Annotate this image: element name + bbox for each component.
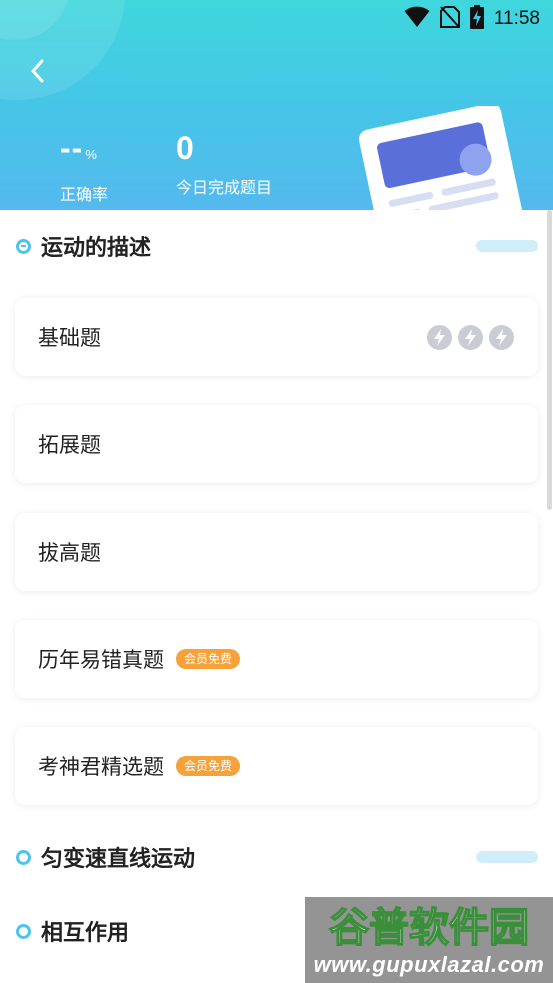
lightning-icon bbox=[427, 325, 452, 350]
paper-illustration bbox=[358, 106, 525, 210]
section-title: 匀变速直线运动 bbox=[41, 847, 196, 872]
watermark-url: www.gupuxlazal.com bbox=[313, 952, 545, 977]
member-free-badge: 会员免费 bbox=[176, 756, 241, 776]
card-title: 拔高题 bbox=[38, 541, 101, 565]
back-button[interactable] bbox=[22, 58, 52, 88]
section-title: 相互作用 bbox=[41, 921, 130, 946]
lightning-icon bbox=[489, 325, 514, 350]
exercise-card-past-errors[interactable]: 历年易错真题 会员免费 bbox=[15, 620, 538, 698]
no-sim-icon bbox=[439, 6, 460, 32]
status-bar: 11:58 bbox=[0, 0, 553, 38]
wifi-icon bbox=[404, 6, 430, 32]
accuracy-unit: % bbox=[85, 147, 98, 162]
expand-icon bbox=[16, 923, 31, 939]
section-header[interactable]: 运动的描述 bbox=[0, 226, 553, 266]
section-title: 运动的描述 bbox=[41, 236, 152, 261]
collapse-icon bbox=[16, 238, 31, 254]
exercise-card-extension[interactable]: 拓展题 bbox=[15, 405, 538, 483]
section-progress-pill bbox=[476, 851, 538, 863]
exercise-card-advanced[interactable]: 拔高题 bbox=[15, 513, 538, 591]
accuracy-stat: --% 正确率 bbox=[60, 130, 108, 205]
exercise-card-selected[interactable]: 考神君精选题 会员免费 bbox=[15, 727, 538, 805]
section-progress-pill bbox=[476, 240, 538, 252]
card-title: 拓展题 bbox=[38, 433, 101, 457]
expand-icon bbox=[16, 849, 31, 865]
header: 11:58 --% 正确率 0 今日完成题目 bbox=[0, 0, 553, 210]
member-free-badge: 会员免费 bbox=[176, 649, 241, 669]
accuracy-label: 正确率 bbox=[60, 185, 109, 204]
completed-value: 0 bbox=[176, 130, 195, 166]
status-time: 11:58 bbox=[493, 8, 540, 29]
watermark: 谷普软件园 www.gupuxlazal.com bbox=[305, 897, 553, 983]
watermark-logo: 谷普软件园 bbox=[328, 904, 530, 951]
difficulty-rating bbox=[427, 325, 514, 350]
card-title: 考神君精选题 bbox=[38, 755, 164, 779]
card-title: 基础题 bbox=[38, 326, 101, 350]
card-title: 历年易错真题 bbox=[38, 648, 164, 672]
accuracy-value: -- bbox=[60, 130, 84, 166]
completed-label: 今日完成题目 bbox=[176, 178, 273, 197]
exercise-card-basic[interactable]: 基础题 bbox=[15, 298, 538, 376]
svg-text:谷普软件园: 谷普软件园 bbox=[329, 905, 529, 951]
completed-stat: 0 今日完成题目 bbox=[176, 130, 272, 198]
section-header[interactable]: 匀变速直线运动 bbox=[0, 837, 553, 877]
lightning-icon bbox=[458, 325, 483, 350]
chevron-left-icon bbox=[30, 59, 44, 87]
battery-charging-icon bbox=[469, 5, 484, 33]
